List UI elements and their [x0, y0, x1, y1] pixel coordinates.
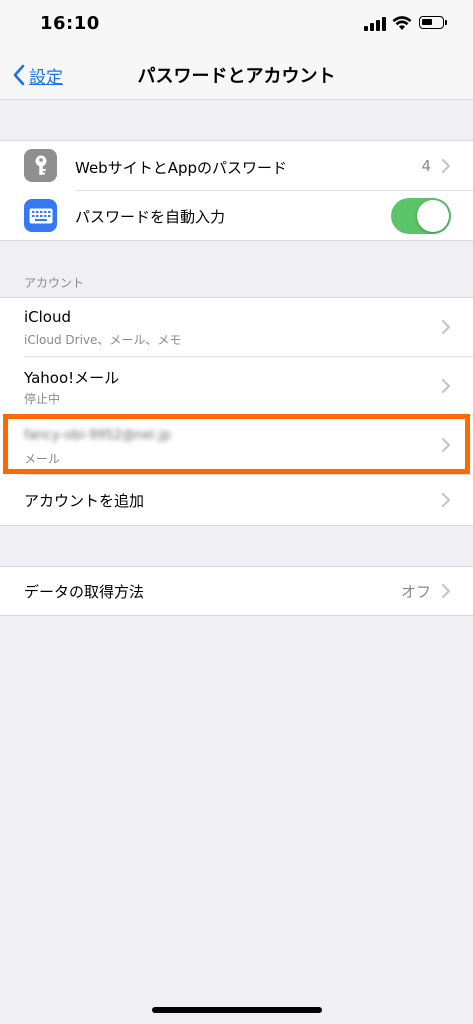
chevron-right-icon	[442, 438, 450, 452]
autofill-toggle[interactable]	[391, 198, 451, 234]
add-account-label: アカウントを追加	[24, 492, 145, 510]
key-icon	[24, 149, 57, 182]
website-passwords-row[interactable]: WebサイトとAppのパスワード 4	[0, 141, 473, 191]
chevron-right-icon	[442, 320, 450, 334]
chevron-right-icon	[442, 159, 450, 173]
account-subtitle: メール	[24, 452, 61, 466]
status-time: 16:10	[40, 13, 100, 34]
battery-icon	[419, 16, 444, 29]
fetch-data-value: オフ	[400, 583, 431, 601]
keyboard-icon	[24, 199, 57, 232]
fetch-data-row[interactable]: データの取得方法 オフ	[0, 567, 473, 615]
account-title: Yahoo!メール	[24, 369, 120, 387]
account-title-redacted: fancy-obi-9952@nei.jp	[24, 428, 171, 443]
accounts-section-header: アカウント	[24, 276, 85, 290]
account-row-mail[interactable]: fancy-obi-9952@nei.jp メール	[0, 416, 473, 475]
home-indicator[interactable]	[152, 1007, 322, 1013]
account-subtitle: iCloud Drive、メール、メモ	[24, 333, 182, 347]
website-passwords-label: WebサイトとAppのパスワード	[75, 159, 288, 177]
wifi-icon	[392, 16, 412, 30]
chevron-right-icon	[442, 379, 450, 393]
website-passwords-count: 4	[421, 157, 431, 175]
account-subtitle: 停止中	[24, 392, 61, 406]
account-title: iCloud	[24, 308, 72, 326]
passwords-group: WebサイトとAppのパスワード 4 パスワードを自動入力	[0, 140, 473, 241]
status-bar: 16:10	[0, 0, 473, 50]
navigation-bar: 設定 パスワードとアカウント	[0, 50, 473, 100]
battery-tip	[445, 20, 447, 25]
add-account-row[interactable]: アカウントを追加	[0, 475, 473, 525]
autofill-label: パスワードを自動入力	[75, 208, 226, 226]
chevron-right-icon	[442, 584, 450, 598]
account-row-icloud[interactable]: iCloud iCloud Drive、メール、メモ	[0, 298, 473, 357]
accounts-group: iCloud iCloud Drive、メール、メモ Yahoo!メール 停止中…	[0, 297, 473, 526]
account-row-yahoo[interactable]: Yahoo!メール 停止中	[0, 357, 473, 416]
fetch-data-label: データの取得方法	[24, 583, 145, 601]
toggle-knob	[417, 200, 449, 232]
page-title: パスワードとアカウント	[137, 66, 336, 87]
fetch-group: データの取得方法 オフ	[0, 566, 473, 616]
cellular-signal-icon	[364, 17, 386, 31]
autofill-row: パスワードを自動入力	[0, 191, 473, 240]
chevron-right-icon	[442, 493, 450, 507]
